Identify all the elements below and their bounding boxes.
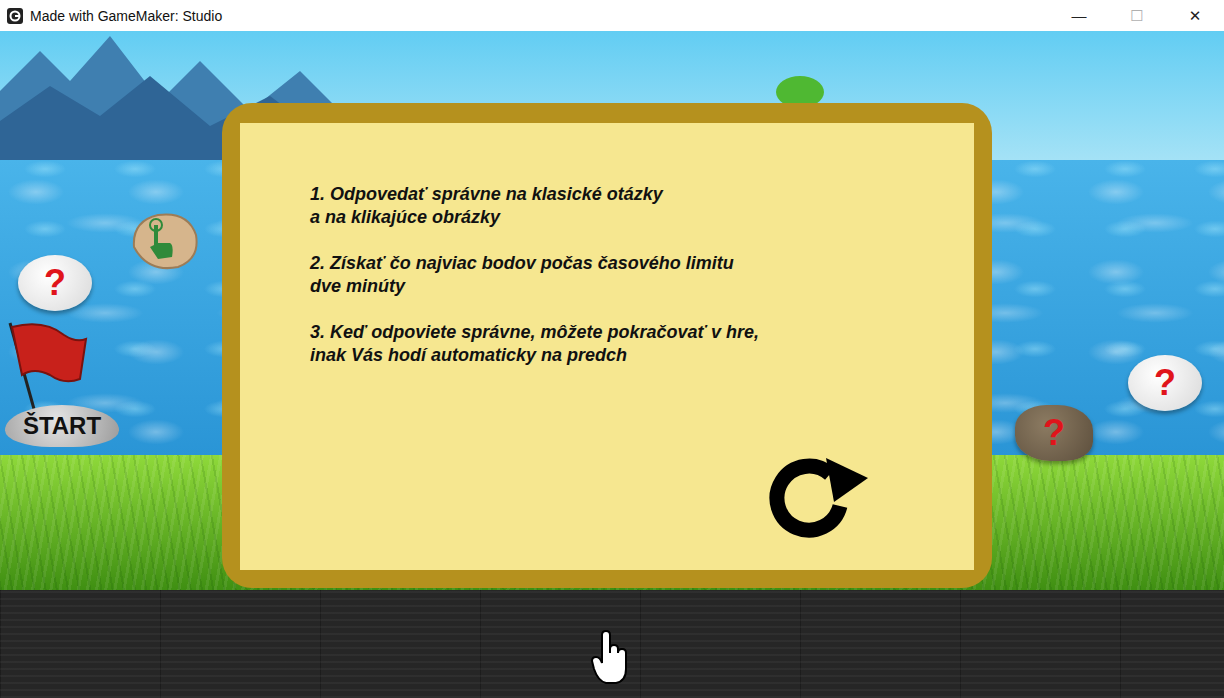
gamemaker-logo-icon <box>6 7 24 25</box>
game-area: ??? ŠTART 1. Odpovedať správne na klasické… <box>0 31 1224 698</box>
hand-cursor-icon <box>590 629 630 685</box>
game-window: Made with GameMaker: Studio—☐✕??? ŠTART 1.… <box>0 0 1224 698</box>
rule-line: 3. Keď odpoviete správne, môžete pokračo… <box>310 321 914 344</box>
rule: 2. Získať čo najviac bodov počas časovéh… <box>310 252 914 298</box>
rules-panel: 1. Odpovedať správne na klasické otázkya… <box>240 123 974 570</box>
white-stone: ? <box>1128 355 1202 411</box>
rule: 1. Odpovedať správne na klasické otázkya… <box>310 183 914 229</box>
minimize-button[interactable]: — <box>1050 0 1108 31</box>
rule-line: dve minúty <box>310 275 914 298</box>
hand-tap-icon <box>128 207 200 273</box>
hand-cursor <box>590 629 630 685</box>
maximize-button[interactable]: ☐ <box>1108 0 1166 31</box>
window-title: Made with GameMaker: Studio <box>30 8 1050 24</box>
close-button[interactable]: ✕ <box>1166 0 1224 31</box>
start-stone[interactable]: ŠTART <box>5 405 119 447</box>
start-flag <box>4 319 88 411</box>
rules-dialog: 1. Odpovedať správne na klasické otázkya… <box>222 103 992 588</box>
title-bar: Made with GameMaker: Studio—☐✕ <box>0 0 1224 31</box>
rule-line: a na klikajúce obrázky <box>310 206 914 229</box>
rule-line: inak Vás hodí automaticky na predch <box>310 344 914 367</box>
question-stone[interactable]: ? <box>18 255 92 311</box>
window-controls: —☐✕ <box>1050 0 1224 31</box>
rule-line: 1. Odpovedať správne na klasické otázky <box>310 183 914 206</box>
start-label: ŠTART <box>5 405 119 447</box>
rule-line: 2. Získať čo najviac bodov počas časovéh… <box>310 252 914 275</box>
white-stone: ? <box>18 255 92 311</box>
redo-arrow-icon[interactable] <box>768 456 868 542</box>
click-rock[interactable] <box>128 207 200 273</box>
question-stone[interactable]: ? <box>1015 405 1093 461</box>
red-flag-icon <box>4 319 88 411</box>
brown-stone: ? <box>1015 405 1093 461</box>
rule: 3. Keď odpoviete správne, môžete pokračo… <box>310 321 914 367</box>
question-stone[interactable]: ? <box>1128 355 1202 411</box>
